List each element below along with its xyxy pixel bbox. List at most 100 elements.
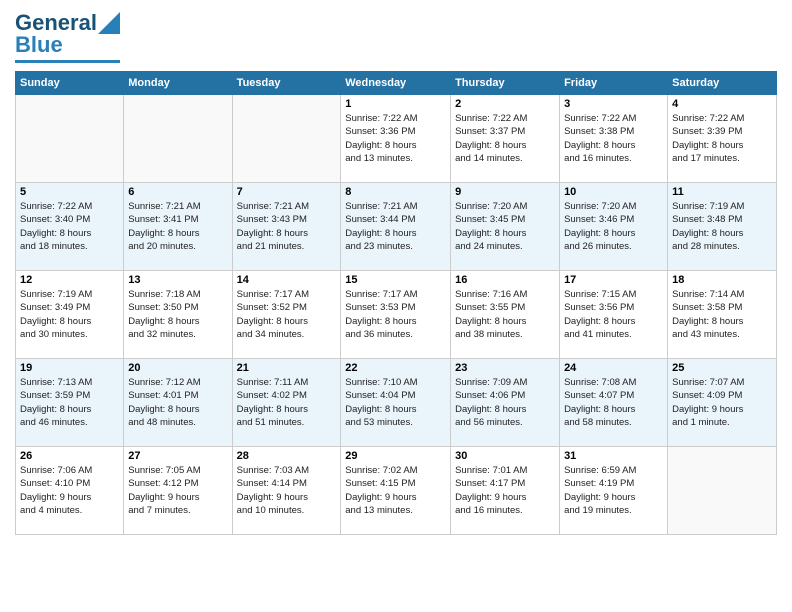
calendar-cell: 31 Sunrise: 6:59 AM Sunset: 4:19 PM Dayli… [560,447,668,535]
day-info: Sunrise: 7:16 AM Sunset: 3:55 PM Dayligh… [455,288,555,341]
calendar-week-row: 19 Sunrise: 7:13 AM Sunset: 3:59 PM Dayli… [16,359,777,447]
day-info: Sunrise: 7:01 AM Sunset: 4:17 PM Dayligh… [455,464,555,517]
calendar-cell: 14Sunrise: 7:17 AM Sunset: 3:52 PM Dayli… [232,271,341,359]
calendar-cell: 4 Sunrise: 7:22 AM Sunset: 3:39 PM Daylig… [668,95,777,183]
calendar-cell: 6 Sunrise: 7:21 AM Sunset: 3:41 PM Daylig… [124,183,232,271]
day-number: 11 [672,186,772,198]
day-info: Sunrise: 7:21 AM Sunset: 3:44 PM Dayligh… [345,200,446,253]
calendar-cell: 26Sunrise: 7:06 AM Sunset: 4:10 PM Dayli… [16,447,124,535]
day-info: Sunrise: 7:20 AM Sunset: 3:45 PM Dayligh… [455,200,555,253]
calendar-cell: 19 Sunrise: 7:13 AM Sunset: 3:59 PM Dayli… [16,359,124,447]
calendar-cell: 5Sunrise: 7:22 AM Sunset: 3:40 PM Daylig… [16,183,124,271]
day-number: 21 [237,362,337,374]
calendar-cell: 27Sunrise: 7:05 AM Sunset: 4:12 PM Dayli… [124,447,232,535]
day-number: 20 [128,362,227,374]
calendar-week-row: 1 Sunrise: 7:22 AM Sunset: 3:36 PM Daylig… [16,95,777,183]
day-number: 6 [128,186,227,198]
calendar-cell: 10 Sunrise: 7:20 AM Sunset: 3:46 PM Dayli… [560,183,668,271]
day-number: 19 [20,362,119,374]
logo-blue-text: Blue [15,32,63,58]
calendar-cell: 30Sunrise: 7:01 AM Sunset: 4:17 PM Dayli… [451,447,560,535]
day-number: 24 [564,362,663,374]
day-number: 2 [455,98,555,110]
day-info: Sunrise: 7:08 AM Sunset: 4:07 PM Dayligh… [564,376,663,429]
day-info: Sunrise: 7:13 AM Sunset: 3:59 PM Dayligh… [20,376,119,429]
day-number: 17 [564,274,663,286]
calendar-cell [16,95,124,183]
calendar-cell [668,447,777,535]
calendar-cell: 12Sunrise: 7:19 AM Sunset: 3:49 PM Dayli… [16,271,124,359]
day-number: 15 [345,274,446,286]
weekday-header-monday: Monday [124,72,232,95]
day-info: Sunrise: 7:15 AM Sunset: 3:56 PM Dayligh… [564,288,663,341]
day-number: 7 [237,186,337,198]
day-info: Sunrise: 7:02 AM Sunset: 4:15 PM Dayligh… [345,464,446,517]
day-info: Sunrise: 7:21 AM Sunset: 3:43 PM Dayligh… [237,200,337,253]
day-info: Sunrise: 7:07 AM Sunset: 4:09 PM Dayligh… [672,376,772,429]
day-info: Sunrise: 6:59 AM Sunset: 4:19 PM Dayligh… [564,464,663,517]
calendar-cell: 16 Sunrise: 7:16 AM Sunset: 3:55 PM Dayli… [451,271,560,359]
day-info: Sunrise: 7:22 AM Sunset: 3:39 PM Dayligh… [672,112,772,165]
calendar-cell: 28 Sunrise: 7:03 AM Sunset: 4:14 PM Dayli… [232,447,341,535]
calendar-cell: 21 Sunrise: 7:11 AM Sunset: 4:02 PM Dayli… [232,359,341,447]
day-number: 29 [345,450,446,462]
day-number: 28 [237,450,337,462]
calendar-cell: 2 Sunrise: 7:22 AM Sunset: 3:37 PM Daylig… [451,95,560,183]
calendar-cell: 20Sunrise: 7:12 AM Sunset: 4:01 PM Dayli… [124,359,232,447]
day-info: Sunrise: 7:22 AM Sunset: 3:37 PM Dayligh… [455,112,555,165]
logo: General Blue [15,10,120,63]
day-number: 16 [455,274,555,286]
logo-icon [98,12,120,34]
calendar-cell: 8 Sunrise: 7:21 AM Sunset: 3:44 PM Daylig… [341,183,451,271]
header: General Blue [15,10,777,63]
day-number: 3 [564,98,663,110]
weekday-header-sunday: Sunday [16,72,124,95]
weekday-header-tuesday: Tuesday [232,72,341,95]
day-number: 25 [672,362,772,374]
main-container: General Blue SundayMondayTuesdayWednesda… [0,0,792,612]
day-info: Sunrise: 7:03 AM Sunset: 4:14 PM Dayligh… [237,464,337,517]
calendar-cell: 29 Sunrise: 7:02 AM Sunset: 4:15 PM Dayli… [341,447,451,535]
calendar-cell [232,95,341,183]
day-number: 9 [455,186,555,198]
day-number: 22 [345,362,446,374]
day-info: Sunrise: 7:14 AM Sunset: 3:58 PM Dayligh… [672,288,772,341]
day-number: 31 [564,450,663,462]
day-info: Sunrise: 7:18 AM Sunset: 3:50 PM Dayligh… [128,288,227,341]
calendar-cell: 23 Sunrise: 7:09 AM Sunset: 4:06 PM Dayli… [451,359,560,447]
calendar-cell: 13Sunrise: 7:18 AM Sunset: 3:50 PM Dayli… [124,271,232,359]
day-info: Sunrise: 7:06 AM Sunset: 4:10 PM Dayligh… [20,464,119,517]
weekday-header-thursday: Thursday [451,72,560,95]
day-info: Sunrise: 7:22 AM Sunset: 3:40 PM Dayligh… [20,200,119,253]
weekday-header-wednesday: Wednesday [341,72,451,95]
day-number: 23 [455,362,555,374]
weekday-header-friday: Friday [560,72,668,95]
day-number: 18 [672,274,772,286]
day-info: Sunrise: 7:09 AM Sunset: 4:06 PM Dayligh… [455,376,555,429]
day-number: 10 [564,186,663,198]
weekday-header-saturday: Saturday [668,72,777,95]
calendar-week-row: 26Sunrise: 7:06 AM Sunset: 4:10 PM Dayli… [16,447,777,535]
day-info: Sunrise: 7:19 AM Sunset: 3:49 PM Dayligh… [20,288,119,341]
day-number: 1 [345,98,446,110]
day-number: 14 [237,274,337,286]
day-number: 4 [672,98,772,110]
day-info: Sunrise: 7:11 AM Sunset: 4:02 PM Dayligh… [237,376,337,429]
calendar-cell: 9 Sunrise: 7:20 AM Sunset: 3:45 PM Daylig… [451,183,560,271]
logo-divider [15,60,120,63]
calendar-cell: 7 Sunrise: 7:21 AM Sunset: 3:43 PM Daylig… [232,183,341,271]
weekday-header-row: SundayMondayTuesdayWednesdayThursdayFrid… [16,72,777,95]
calendar-cell: 24 Sunrise: 7:08 AM Sunset: 4:07 PM Dayli… [560,359,668,447]
day-number: 8 [345,186,446,198]
day-info: Sunrise: 7:22 AM Sunset: 3:36 PM Dayligh… [345,112,446,165]
calendar-cell: 3Sunrise: 7:22 AM Sunset: 3:38 PM Daylig… [560,95,668,183]
calendar-week-row: 5Sunrise: 7:22 AM Sunset: 3:40 PM Daylig… [16,183,777,271]
day-info: Sunrise: 7:21 AM Sunset: 3:41 PM Dayligh… [128,200,227,253]
day-info: Sunrise: 7:17 AM Sunset: 3:53 PM Dayligh… [345,288,446,341]
calendar-cell: 1 Sunrise: 7:22 AM Sunset: 3:36 PM Daylig… [341,95,451,183]
day-number: 27 [128,450,227,462]
day-info: Sunrise: 7:20 AM Sunset: 3:46 PM Dayligh… [564,200,663,253]
calendar-cell: 11Sunrise: 7:19 AM Sunset: 3:48 PM Dayli… [668,183,777,271]
calendar-cell: 25 Sunrise: 7:07 AM Sunset: 4:09 PM Dayli… [668,359,777,447]
calendar-cell: 22Sunrise: 7:10 AM Sunset: 4:04 PM Dayli… [341,359,451,447]
